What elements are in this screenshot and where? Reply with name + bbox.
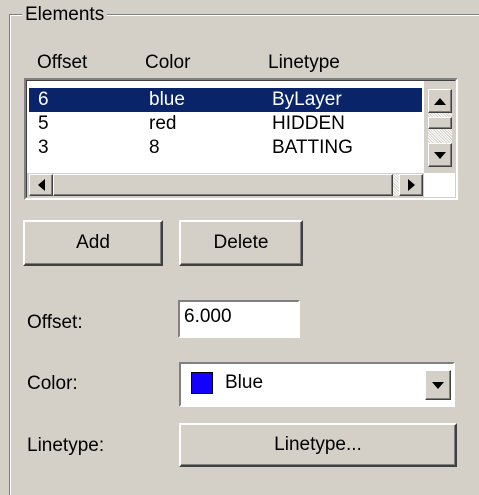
column-header-linetype: Linetype xyxy=(268,52,340,73)
row-offset: 5 xyxy=(38,113,49,134)
delete-button-label: Delete xyxy=(213,232,269,253)
scroll-down-button[interactable] xyxy=(428,143,452,167)
chevron-down-icon xyxy=(432,381,444,389)
color-select[interactable]: Blue xyxy=(179,362,455,407)
row-offset: 3 xyxy=(38,137,49,158)
row-linetype: HIDDEN xyxy=(272,113,345,134)
row-offset: 6 xyxy=(38,89,49,110)
arrow-down-icon xyxy=(434,151,446,159)
delete-button[interactable]: Delete xyxy=(179,220,303,266)
add-button[interactable]: Add xyxy=(23,220,163,266)
hscroll-thumb[interactable] xyxy=(53,174,393,196)
vertical-scrollbar[interactable] xyxy=(424,81,456,173)
scroll-left-button[interactable] xyxy=(29,174,53,196)
arrow-up-icon xyxy=(434,97,446,105)
groupbox-title: Elements xyxy=(22,4,108,26)
row-color: blue xyxy=(149,89,185,110)
row-linetype: BATTING xyxy=(272,137,353,158)
add-button-label: Add xyxy=(76,232,110,253)
elements-list[interactable]: 6 blue ByLayer 5 red HIDDEN 3 8 BATTING xyxy=(24,78,458,200)
list-row[interactable]: 5 red HIDDEN xyxy=(29,112,422,136)
row-color: red xyxy=(149,113,177,134)
scroll-thumb[interactable] xyxy=(428,117,452,129)
color-label: Color: xyxy=(27,373,78,394)
linetype-button-label: Linetype... xyxy=(274,434,362,455)
dropdown-button[interactable] xyxy=(425,370,451,400)
offset-input[interactable]: 6.000 xyxy=(178,300,300,338)
linetype-button[interactable]: Linetype... xyxy=(179,423,457,467)
row-color: 8 xyxy=(149,137,160,158)
list-row[interactable]: 3 8 BATTING xyxy=(29,136,422,160)
scroll-up-button[interactable] xyxy=(428,89,452,113)
horizontal-scrollbar[interactable] xyxy=(27,173,424,197)
linetype-label: Linetype: xyxy=(27,435,105,456)
color-select-value: Blue xyxy=(225,372,264,393)
color-swatch xyxy=(191,372,213,394)
column-header-color: Color xyxy=(145,52,191,73)
row-linetype: ByLayer xyxy=(272,89,342,110)
column-header-offset: Offset xyxy=(37,52,88,73)
arrow-left-icon xyxy=(37,179,45,191)
list-row-selected[interactable]: 6 blue ByLayer xyxy=(29,88,422,112)
arrow-right-icon xyxy=(407,179,415,191)
offset-label: Offset: xyxy=(27,312,83,333)
scroll-right-button[interactable] xyxy=(399,174,423,196)
